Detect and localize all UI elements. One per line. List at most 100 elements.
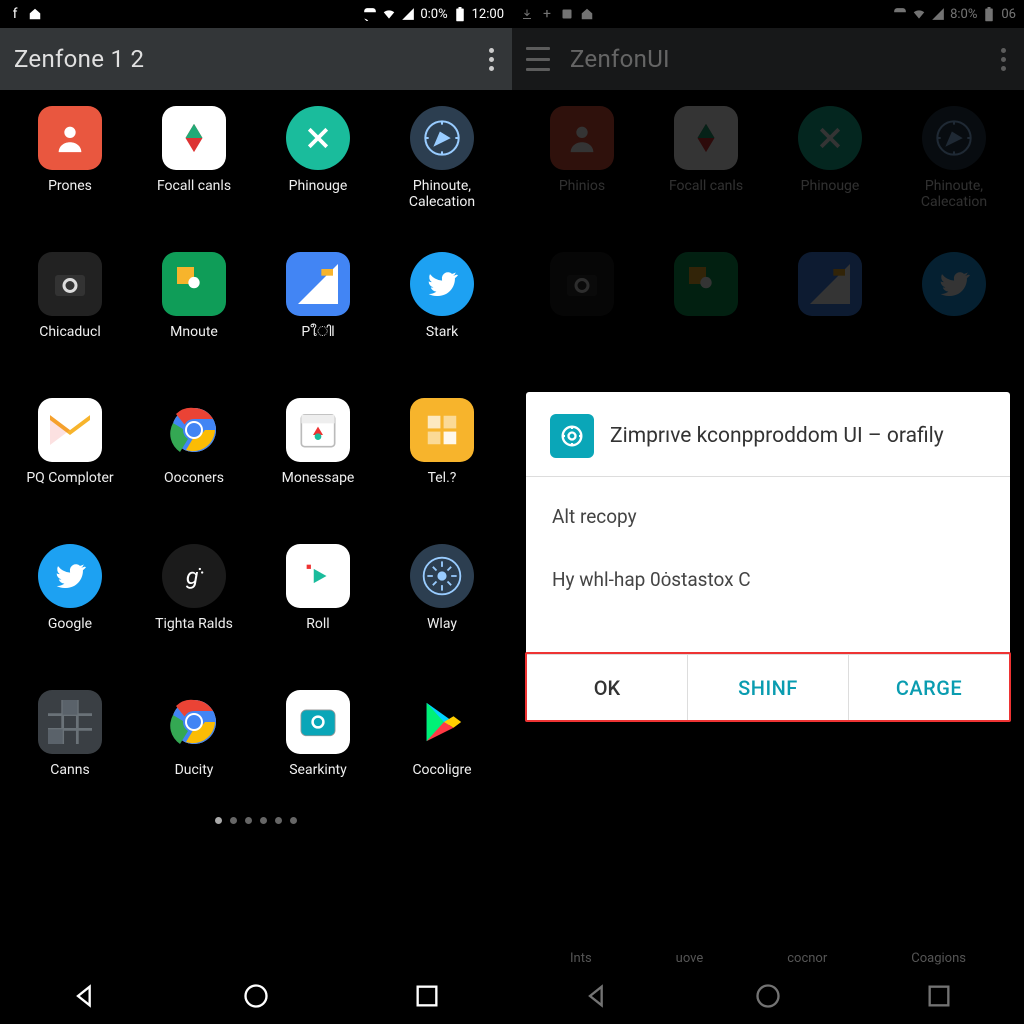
header-title: Zenfone 1 2 xyxy=(14,45,144,73)
app-searkinty[interactable]: Searkinty xyxy=(256,690,380,830)
app-tel-[interactable]: Tel.? xyxy=(380,398,504,538)
overflow-menu-button[interactable] xyxy=(485,44,498,75)
app-label: Tel.? xyxy=(428,470,457,486)
wifi-icon xyxy=(382,7,396,21)
status-app-icon: f xyxy=(8,7,22,21)
compass-icon xyxy=(410,106,474,170)
phone-right: + 8:0% 06 ZenfonUI PhiniosFocall canlsPh… xyxy=(512,0,1024,1024)
dialog-footer: OK SHINF CARGE xyxy=(525,652,1011,722)
app-header: Zenfone 1 2 xyxy=(0,28,512,90)
dialog-body: Alt recopy Hy whl-hap 0ȯstastox C xyxy=(526,477,1010,652)
app-label: Pใിl xyxy=(301,324,334,340)
dialog-app-icon xyxy=(550,414,594,458)
chrome-icon xyxy=(162,690,226,754)
ok-button[interactable]: OK xyxy=(527,654,687,720)
page-dot[interactable] xyxy=(230,817,237,824)
cam2-icon xyxy=(286,690,350,754)
app-ducity[interactable]: Ducity xyxy=(132,690,256,830)
app-prones[interactable]: Prones xyxy=(8,106,132,246)
page-dot[interactable] xyxy=(260,817,267,824)
page-dot[interactable] xyxy=(215,817,222,824)
pin-icon xyxy=(162,252,226,316)
app-label: Roll xyxy=(306,616,329,632)
home-icon xyxy=(28,7,42,21)
dialog-title: Zimprıve kconpproddom UI – orafily xyxy=(610,423,944,449)
app-phinoute-calecation[interactable]: Phinoute, Calecation xyxy=(380,106,504,246)
phone-left: f 0:0% 12:00 Zenfone 1 2 Prones Focall ca… xyxy=(0,0,512,1024)
app-label: Google xyxy=(48,616,92,632)
dialog-header: Zimprıve kconpproddom UI – orafily xyxy=(526,392,1010,477)
app-label: Mnoute xyxy=(170,324,218,340)
cal-icon xyxy=(286,398,350,462)
app-label: Phinoute, Calecation xyxy=(387,178,497,210)
tiles-icon xyxy=(410,398,474,462)
app-p-l[interactable]: Pใിl xyxy=(256,252,380,392)
battery-icon xyxy=(453,7,467,21)
clock-text: 12:00 xyxy=(472,7,504,22)
app-chicaducl[interactable]: Chicaducl xyxy=(8,252,132,392)
recents-button[interactable] xyxy=(413,982,441,1010)
x-icon xyxy=(286,106,350,170)
app-label: Canns xyxy=(50,762,89,778)
person-icon xyxy=(38,106,102,170)
back-button[interactable] xyxy=(71,982,99,1010)
play-icon xyxy=(286,544,350,608)
dialog-line1: Alt recopy xyxy=(552,505,984,528)
app-label: Focall canls xyxy=(157,178,231,194)
app-google[interactable]: Google xyxy=(8,544,132,684)
app-roll[interactable]: Roll xyxy=(256,544,380,684)
app-ooconers[interactable]: Ooconers xyxy=(132,398,256,538)
app-label: Prones xyxy=(48,178,92,194)
app-wlay[interactable]: Wlay xyxy=(380,544,504,684)
app-pq-comploter[interactable]: PQ Comploter xyxy=(8,398,132,538)
app-label: Stark xyxy=(426,324,458,340)
app-grid: Prones Focall canls Phinouge Phinoute, Cale… xyxy=(0,90,512,968)
app-canns[interactable]: Canns xyxy=(8,690,132,830)
status-bar: f 0:0% 12:00 xyxy=(0,0,512,28)
dim-label: Ints xyxy=(570,951,592,966)
app-focall-canls[interactable]: Focall canls xyxy=(132,106,256,246)
twitter-icon xyxy=(38,544,102,608)
app-label: Chicaducl xyxy=(39,324,101,340)
signal-icon xyxy=(401,7,415,21)
page-dot[interactable] xyxy=(290,817,297,824)
app-label: Ooconers xyxy=(164,470,224,486)
dim-label: Coagions xyxy=(911,951,966,966)
page-dot[interactable] xyxy=(275,817,282,824)
app-label: Monessape xyxy=(282,470,355,486)
camera-icon xyxy=(38,252,102,316)
tri-icon xyxy=(286,252,350,316)
svg-text:g: g xyxy=(186,562,199,590)
app-phinouge[interactable]: Phinouge xyxy=(256,106,380,246)
app-stark[interactable]: Stark xyxy=(380,252,504,392)
chrome-icon xyxy=(162,398,226,462)
shinf-button[interactable]: SHINF xyxy=(687,654,848,720)
nav-bar xyxy=(0,968,512,1024)
dim-label: uove xyxy=(676,951,704,966)
battery-pct: 0:0% xyxy=(420,7,447,22)
app-label: Cocoligre xyxy=(412,762,471,778)
app-label: Ducity xyxy=(175,762,214,778)
mail-icon xyxy=(38,398,102,462)
leaf-icon xyxy=(162,106,226,170)
app-label: Wlay xyxy=(427,616,457,632)
dimmed-labels: IntsuovecocnorCoagions xyxy=(512,951,1024,966)
dialog: Zimprıve kconpproddom UI – orafily Alt r… xyxy=(526,392,1010,721)
grid-icon xyxy=(38,690,102,754)
home-button[interactable] xyxy=(242,982,270,1010)
app-monessape[interactable]: Monessape xyxy=(256,398,380,538)
app-tighta-ralds[interactable]: g Tighta Ralds xyxy=(132,544,256,684)
page-dot[interactable] xyxy=(245,817,252,824)
cast-icon xyxy=(363,7,377,21)
playstore-icon xyxy=(410,690,474,754)
app-label: Searkinty xyxy=(289,762,347,778)
carge-button[interactable]: CARGE xyxy=(848,654,1009,720)
app-label: PQ Comploter xyxy=(26,470,113,486)
g-icon: g xyxy=(162,544,226,608)
app-cocoligre[interactable]: Cocoligre xyxy=(380,690,504,830)
app-mnoute[interactable]: Mnoute xyxy=(132,252,256,392)
twitter-icon xyxy=(410,252,474,316)
app-label: Tighta Ralds xyxy=(155,616,233,632)
app-label: Phinouge xyxy=(289,178,348,194)
dialog-line2: Hy whl-hap 0ȯstastox C xyxy=(552,568,984,592)
